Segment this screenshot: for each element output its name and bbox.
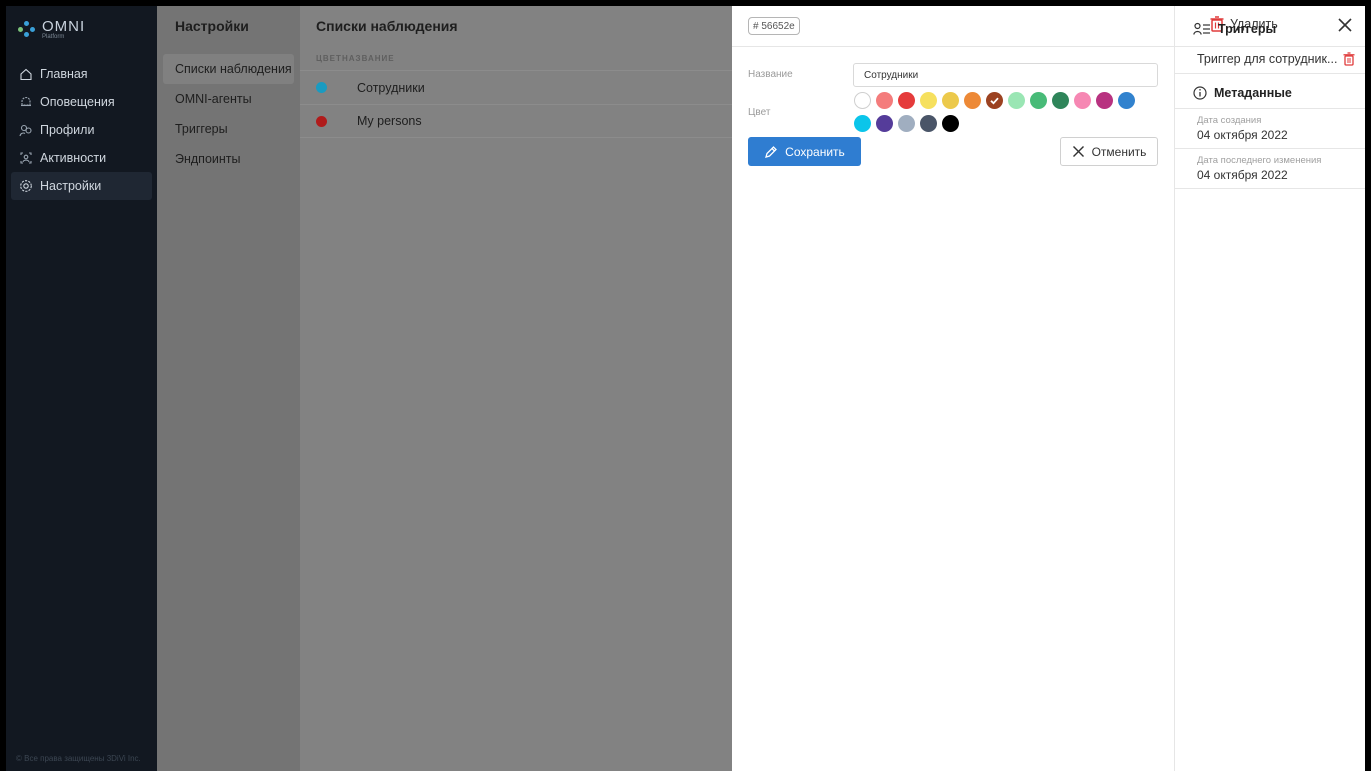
gear-icon bbox=[20, 180, 32, 192]
sidebar-item-label: Главная bbox=[40, 67, 88, 81]
color-swatch[interactable] bbox=[942, 92, 959, 109]
triggers-icon bbox=[1193, 22, 1210, 35]
bell-icon bbox=[21, 96, 31, 107]
settings-item[interactable]: OMNI-агенты bbox=[163, 84, 294, 114]
sidebar-item-label: Оповещения bbox=[40, 95, 115, 109]
table-row[interactable]: Сотрудники bbox=[300, 70, 732, 104]
column-color: ЦВЕТ bbox=[316, 54, 342, 63]
settings-item[interactable]: Эндпоинты bbox=[163, 144, 294, 174]
name-input[interactable] bbox=[853, 63, 1158, 87]
color-swatch[interactable] bbox=[898, 115, 915, 132]
settings-item[interactable]: Списки наблюдения bbox=[163, 54, 294, 84]
details-side-panel: Триггеры Триггер для сотрудник... Метада… bbox=[1174, 6, 1365, 771]
created-date: Дата создания 04 октября 2022 bbox=[1175, 109, 1365, 149]
color-swatch[interactable] bbox=[876, 92, 893, 109]
color-swatch[interactable] bbox=[942, 115, 959, 132]
column-name: НАЗВАНИЕ bbox=[342, 54, 395, 63]
color-dot bbox=[316, 115, 327, 127]
trash-icon[interactable] bbox=[1343, 51, 1355, 66]
activity-icon bbox=[20, 152, 32, 164]
sidebar-item-label: Настройки bbox=[40, 179, 102, 193]
save-label: Сохранить bbox=[785, 144, 845, 159]
sidebar-item-label: Активности bbox=[40, 151, 107, 165]
logo-mark-icon bbox=[18, 21, 36, 37]
settings-list: Списки наблюдения OMNI-агенты Триггеры Эндп… bbox=[163, 54, 294, 174]
color-swatch[interactable] bbox=[854, 115, 871, 132]
home-icon bbox=[20, 68, 32, 81]
sidebar-item-home[interactable]: Главная bbox=[11, 60, 152, 88]
copyright: © Все права защищены 3DiVi Inc. bbox=[16, 754, 141, 763]
main-sidebar: OMNI Platform Главная Оповещения Профили Ак… bbox=[6, 6, 157, 771]
trigger-item[interactable]: Триггер для сотрудник... bbox=[1175, 44, 1365, 74]
color-dot bbox=[316, 82, 327, 93]
color-swatch[interactable] bbox=[964, 92, 981, 109]
color-swatch[interactable] bbox=[986, 92, 1003, 109]
color-swatch[interactable] bbox=[1096, 92, 1113, 109]
created-label: Дата создания bbox=[1197, 115, 1262, 126]
save-button[interactable]: Сохранить bbox=[748, 137, 861, 166]
trigger-name: Триггер для сотрудник... bbox=[1197, 51, 1338, 66]
color-swatch[interactable] bbox=[1074, 92, 1091, 109]
info-icon bbox=[1193, 86, 1207, 100]
check-icon bbox=[990, 97, 999, 105]
created-value: 04 октября 2022 bbox=[1197, 128, 1288, 142]
cancel-label: Отменить bbox=[1091, 144, 1147, 159]
metadata-heading: Метаданные bbox=[1175, 78, 1365, 108]
id-tag: # 56652e bbox=[748, 17, 800, 35]
settings-menu: Настройки Списки наблюдения OMNI-агенты Тр… bbox=[157, 6, 300, 771]
watchlist-name: My persons bbox=[357, 114, 422, 128]
logo-text: OMNI bbox=[42, 17, 86, 35]
sidebar-item-bell[interactable]: Оповещения bbox=[11, 88, 152, 116]
color-label: Цвет bbox=[748, 107, 771, 118]
metadata-title: Метаданные bbox=[1214, 86, 1292, 100]
settings-item[interactable]: Триггеры bbox=[163, 114, 294, 144]
color-picker bbox=[854, 92, 1144, 132]
profiles-icon bbox=[19, 124, 32, 137]
modified-value: 04 октября 2022 bbox=[1197, 168, 1288, 182]
triggers-heading: Триггеры bbox=[1175, 14, 1365, 44]
color-swatch[interactable] bbox=[1030, 92, 1047, 109]
color-swatch[interactable] bbox=[854, 92, 871, 109]
primary-nav: Главная Оповещения Профили Активности Настро… bbox=[6, 60, 157, 200]
omni-logo[interactable]: OMNI Platform bbox=[18, 18, 85, 40]
color-swatch[interactable] bbox=[920, 115, 937, 132]
sidebar-item-activity[interactable]: Активности bbox=[11, 144, 152, 172]
name-label: Название bbox=[748, 69, 793, 80]
watchlists-panel: Списки наблюдения ЦВЕТ НАЗВАНИЕ Сотрудни… bbox=[300, 6, 732, 771]
modified-date: Дата последнего изменения 04 октября 202… bbox=[1175, 149, 1365, 189]
modified-label: Дата последнего изменения bbox=[1197, 155, 1322, 166]
triggers-title: Триггеры bbox=[1218, 22, 1277, 36]
color-swatch[interactable] bbox=[1052, 92, 1069, 109]
table-row[interactable]: My persons bbox=[300, 104, 732, 138]
watchlist-name: Сотрудники bbox=[357, 80, 425, 95]
sidebar-item-label: Профили bbox=[40, 123, 95, 137]
edit-watchlist-drawer: # 56652e Удалить Название Цвет bbox=[732, 6, 1365, 771]
cancel-button[interactable]: Отменить bbox=[1060, 137, 1158, 166]
close-icon bbox=[1072, 146, 1084, 157]
sidebar-item-profiles[interactable]: Профили bbox=[11, 116, 152, 144]
table-header: ЦВЕТ НАЗВАНИЕ bbox=[316, 54, 395, 63]
color-swatch[interactable] bbox=[1118, 92, 1135, 109]
watchlists-title: Списки наблюдения bbox=[316, 18, 458, 34]
color-swatch[interactable] bbox=[1008, 92, 1025, 109]
pencil-icon bbox=[765, 145, 778, 158]
trigger-list: Триггер для сотрудник... bbox=[1175, 44, 1365, 74]
watchlists-table: Сотрудники My persons bbox=[300, 70, 732, 138]
color-swatch[interactable] bbox=[920, 92, 937, 109]
color-swatch[interactable] bbox=[876, 115, 893, 132]
color-swatch[interactable] bbox=[898, 92, 915, 109]
settings-title: Настройки bbox=[175, 18, 249, 34]
sidebar-item-gear[interactable]: Настройки bbox=[11, 172, 152, 200]
